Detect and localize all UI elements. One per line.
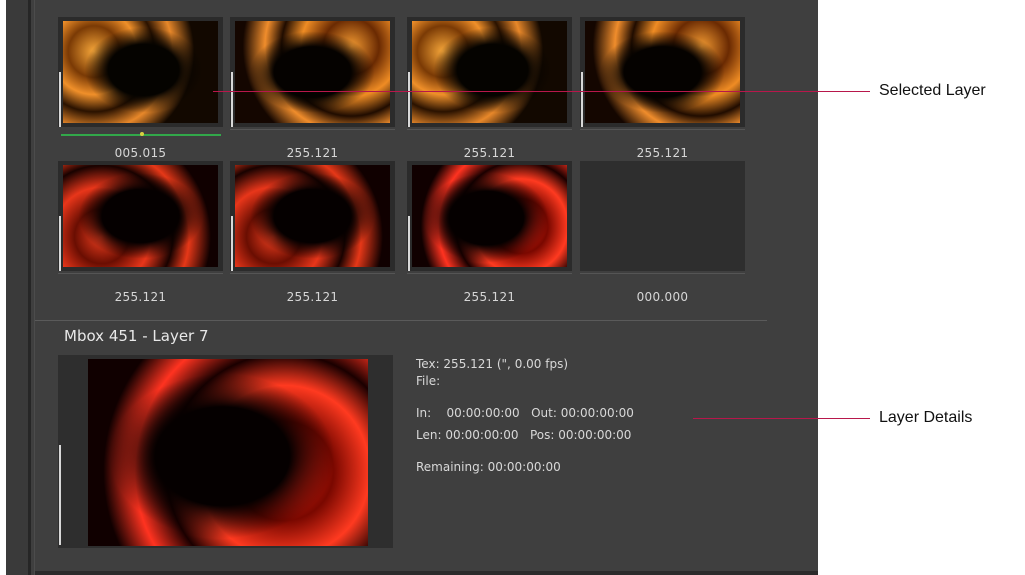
layer-details-title: Mbox 451 - Layer 7 xyxy=(64,327,209,345)
left-panel-edge xyxy=(6,0,28,575)
thumbnail-caption: 255.121 xyxy=(636,146,689,160)
thumbnail-caption: 255.121 xyxy=(463,290,516,304)
level-bar xyxy=(408,216,410,271)
layer-thumbnail-7[interactable]: 255.121 xyxy=(407,161,572,304)
selection-marker-dot xyxy=(140,132,144,136)
selected-layer-callout-line xyxy=(213,91,870,92)
level-bar xyxy=(231,216,233,271)
thumbnail-caption: 255.121 xyxy=(463,146,516,160)
thumbnail-divider xyxy=(230,129,395,130)
remaining-info: Remaining: 00:00:00:00 xyxy=(416,460,561,474)
empty-thumbnail xyxy=(580,161,745,271)
layer-details-callout-line xyxy=(693,418,870,419)
level-bar xyxy=(408,72,410,127)
thumbnail-caption: 255.121 xyxy=(286,146,339,160)
layer-thumbnail-5[interactable]: 255.121 xyxy=(58,161,223,304)
thumbnail-caption: 255.121 xyxy=(286,290,339,304)
layer-thumbnail-4[interactable]: 255.121 xyxy=(580,17,745,160)
len-pos-info: Len: 00:00:00:00 Pos: 00:00:00:00 xyxy=(416,428,632,442)
thumbnail-image xyxy=(585,21,740,123)
layer-details-callout: Layer Details xyxy=(879,409,973,426)
thumbnail-image xyxy=(63,165,218,267)
level-bar xyxy=(59,72,61,127)
thumbnail-frame xyxy=(58,17,223,127)
panel-divider[interactable] xyxy=(28,0,31,575)
layer-thumbnail-3[interactable]: 255.121 xyxy=(407,17,572,160)
thumbnail-caption: 005.015 xyxy=(114,146,167,160)
layer-preview xyxy=(58,355,393,548)
level-bar xyxy=(231,72,233,127)
thumbnail-divider xyxy=(58,273,223,274)
thumbnail-image xyxy=(235,165,390,267)
preview-level-bar xyxy=(59,445,61,545)
layer-thumbnail-2[interactable]: 255.121 xyxy=(230,17,395,160)
layer-thumbnail-6[interactable]: 255.121 xyxy=(230,161,395,304)
in-out-info: In: 00:00:00:00 Out: 00:00:00:00 xyxy=(416,406,634,420)
thumbnail-divider xyxy=(407,129,572,130)
thumbnail-frame xyxy=(230,17,395,127)
bottom-edge xyxy=(35,571,818,575)
thumbnail-frame xyxy=(230,161,395,271)
layer-thumbnail-8[interactable]: 000.000 xyxy=(580,161,745,304)
thumbnail-divider xyxy=(580,129,745,130)
file-info: File: xyxy=(416,374,441,388)
thumbnail-image xyxy=(63,21,218,123)
layer-thumbnail-1[interactable]: 005.015 xyxy=(58,17,223,160)
thumbnail-frame xyxy=(580,17,745,127)
thumbnail-image xyxy=(412,21,567,123)
thumbnail-image xyxy=(235,21,390,123)
preview-image xyxy=(88,359,368,546)
thumbnail-divider xyxy=(230,273,395,274)
level-bar xyxy=(59,216,61,271)
selected-layer-callout: Selected Layer xyxy=(879,82,986,99)
thumbnail-caption: 255.121 xyxy=(114,290,167,304)
thumbnail-frame xyxy=(407,17,572,127)
panel-divider-highlight xyxy=(34,0,35,575)
level-bar xyxy=(581,72,583,127)
thumbnail-divider xyxy=(580,273,745,274)
tex-info: Tex: 255.121 (", 0.00 fps) xyxy=(416,357,568,371)
mbox-layer-window: 005.015 255.121 255.121 255.121 255.121 … xyxy=(0,0,818,575)
section-divider xyxy=(35,320,767,321)
thumbnail-frame xyxy=(58,161,223,271)
thumbnail-image xyxy=(412,165,567,267)
thumbnail-divider xyxy=(407,273,572,274)
thumbnail-frame xyxy=(407,161,572,271)
thumbnail-caption: 000.000 xyxy=(636,290,689,304)
